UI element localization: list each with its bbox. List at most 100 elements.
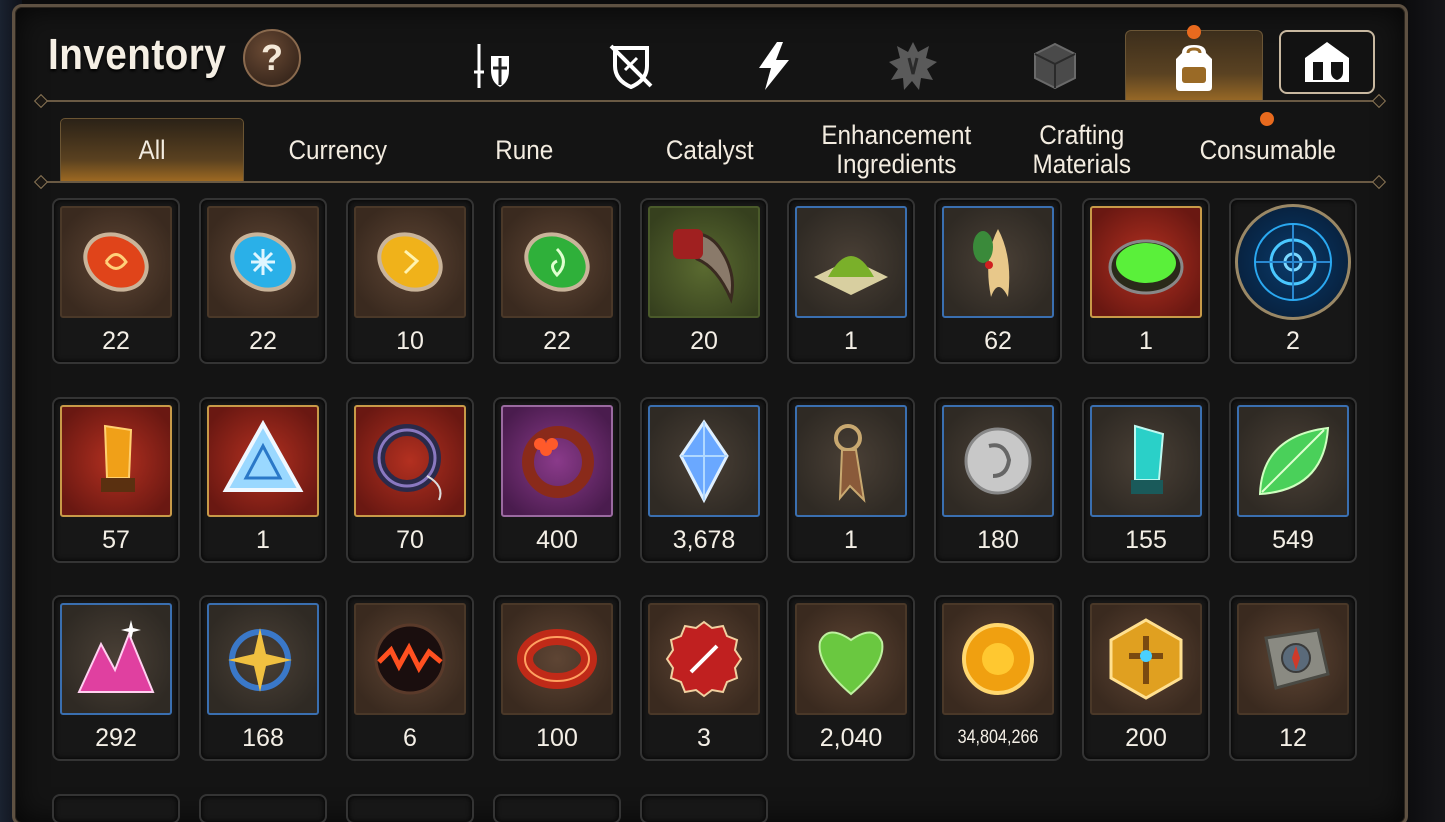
item-slot-partial[interactable] [199,794,327,822]
item-count: 70 [396,526,424,554]
help-button[interactable]: ? [243,29,301,87]
backpack-icon [1176,44,1212,91]
item-slot[interactable]: 70 [346,397,474,563]
item-count: 1 [844,327,858,355]
item-count: 1 [256,526,270,554]
lava-orb-icon [374,623,446,695]
item-slot[interactable]: 3,678 [640,397,768,563]
item-slot[interactable]: 292 [52,595,180,761]
subtab-crafting-materials[interactable]: Crafting Materials [990,118,1174,182]
item-count: 100 [536,724,578,752]
item-count: 292 [95,724,137,752]
blue-rune-stone-icon [230,232,296,292]
item-slot-partial[interactable] [346,794,474,822]
bookmark-dagger-icon [834,424,866,503]
tab-bag[interactable] [1125,30,1263,102]
subtab-label: Crafting Materials [1032,120,1132,179]
item-frame [942,405,1054,517]
item-slot[interactable]: 100 [493,595,621,761]
item-count: 549 [1272,526,1314,554]
tab-skills[interactable] [718,30,828,102]
background-right-edge [1405,0,1445,822]
item-slot[interactable]: 22 [52,198,180,364]
item-slot[interactable]: 1 [787,198,915,364]
teal-crystal-icon [1131,424,1165,494]
subtab-enhancement-ingredients[interactable]: Enhancement Ingredients [804,118,988,182]
item-count: 180 [977,526,1019,554]
item-slot[interactable]: 180 [934,397,1062,563]
item-slot[interactable]: 1 [1082,198,1210,364]
splat-emblem-icon [889,42,937,90]
crossed-shield-icon [609,44,653,90]
item-count: 62 [984,327,1012,355]
triangle-crystal-icon [222,419,304,492]
red-bracelet-icon [517,629,597,689]
item-slot-partial[interactable] [493,794,621,822]
storage-house-icon [1305,42,1349,82]
blue-gem-icon [679,419,729,504]
item-slot[interactable]: 549 [1229,397,1357,563]
tab-storage[interactable] [1279,30,1375,94]
item-slot[interactable]: 6 [346,595,474,761]
item-frame [1237,603,1349,715]
tab-dice[interactable] [1000,30,1110,102]
item-frame [795,603,907,715]
subtab-consumable[interactable]: Consumable [1176,118,1360,182]
lightning-icon [759,42,789,90]
item-slot[interactable]: 34,804,266 [934,595,1062,761]
item-slot-partial[interactable] [52,794,180,822]
item-count: 22 [543,327,571,355]
ginseng-root-icon [973,229,1010,297]
green-leaf-icon [1258,426,1330,496]
item-slot[interactable]: 2,040 [787,595,915,761]
item-frame [60,603,172,715]
item-count: 10 [396,327,424,355]
item-slot[interactable]: 168 [199,595,327,761]
subtab-divider [40,181,1380,183]
page-title: Inventory [48,30,227,79]
tab-emblems[interactable] [858,30,968,102]
subtab-label: Enhancement Ingredients [821,120,971,179]
item-frame [207,405,319,517]
tab-no-armor[interactable] [576,30,686,102]
item-count: 22 [249,327,277,355]
item-slot[interactable]: 62 [934,198,1062,364]
gold-crystal-icon [101,424,135,492]
header-divider [40,100,1380,102]
item-slot[interactable]: 22 [199,198,327,364]
item-slot[interactable]: 12 [1229,595,1357,761]
item-count: 400 [536,526,578,554]
item-frame [1235,204,1351,320]
subtab-label: Consumable [1199,134,1337,165]
bottle-cap-icon [665,620,743,698]
item-slot[interactable]: 400 [493,397,621,563]
item-slot[interactable]: 1 [787,397,915,563]
subtab-label: Rune [494,134,554,165]
item-slot[interactable]: 20 [640,198,768,364]
item-slot[interactable]: 57 [52,397,180,563]
tab-equipment[interactable] [436,30,546,102]
item-slot[interactable]: 10 [346,198,474,364]
silver-coin-icon [964,427,1032,495]
item-slot[interactable]: 22 [493,198,621,364]
item-frame [1237,405,1349,517]
subtab-label: Catalyst [666,134,754,165]
item-frame [60,405,172,517]
subtab-catalyst[interactable]: Catalyst [618,118,802,182]
yellow-rune-stone-icon [377,232,443,292]
subtab-all[interactable]: All [60,118,244,182]
item-slot-partial[interactable] [640,794,768,822]
item-frame [354,206,466,318]
item-count: 57 [102,526,130,554]
item-slot[interactable]: 1 [199,397,327,563]
item-frame [795,405,907,517]
item-slot[interactable]: 2 [1229,198,1357,364]
subtab-rune[interactable]: Rune [432,118,616,182]
green-powder-icon [814,256,888,295]
item-slot[interactable]: 3 [640,595,768,761]
green-rune-stone-icon [524,232,590,292]
subtab-currency[interactable]: Currency [246,118,430,182]
item-slot[interactable]: 155 [1082,397,1210,563]
item-slot[interactable]: 200 [1082,595,1210,761]
item-count: 12 [1279,724,1307,752]
